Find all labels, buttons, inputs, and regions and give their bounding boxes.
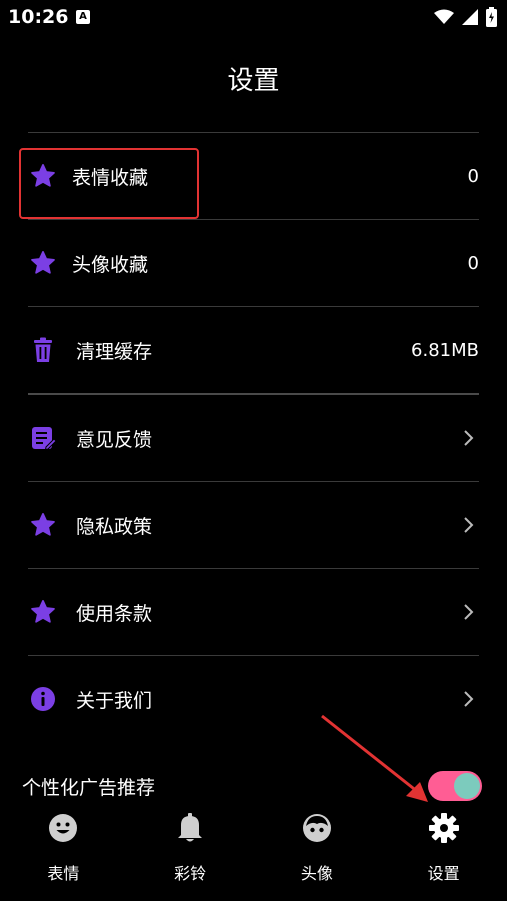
chevron-right-icon (464, 430, 474, 446)
tab-ringtones[interactable]: 彩铃 (127, 800, 254, 901)
settings-row-label: 头像收藏 (72, 253, 149, 276)
status-bar: 10:26 A (0, 0, 507, 36)
tab-label: 设置 (427, 864, 460, 883)
chevron-right-icon (464, 604, 474, 620)
battery-icon (486, 7, 497, 27)
star-icon (28, 510, 58, 540)
star-icon (28, 248, 58, 278)
settings-row-value: 0 (467, 252, 479, 274)
notification-badge-icon: A (76, 10, 90, 24)
trash-icon (28, 335, 58, 365)
annotation-arrow-icon (321, 714, 428, 802)
status-icons (434, 7, 497, 27)
signal-icon (462, 9, 478, 25)
gear-icon (428, 812, 460, 844)
highlight-annotation-box (19, 148, 199, 219)
cache-size-value: 6.81MB (411, 339, 479, 361)
settings-row-label: 清理缓存 (76, 340, 153, 363)
chevron-right-icon (464, 691, 474, 707)
settings-row-label: 隐私政策 (76, 515, 153, 538)
settings-row-privacy-policy[interactable]: 隐私政策 (28, 482, 479, 568)
tab-label: 头像 (300, 864, 333, 883)
feedback-edit-icon (28, 423, 58, 453)
bottom-tab-bar: 表情 彩铃 头像 设置 (0, 800, 507, 901)
tab-avatars[interactable]: 头像 (254, 800, 381, 901)
page-title: 设置 (227, 66, 280, 96)
smiley-icon (47, 812, 79, 844)
tab-expressions[interactable]: 表情 (0, 800, 127, 901)
settings-row-label: 意见反馈 (76, 428, 153, 451)
settings-row-avatar-favorites[interactable]: 头像收藏 0 (28, 220, 479, 306)
tab-settings[interactable]: 设置 (380, 800, 507, 901)
tab-label: 彩铃 (174, 864, 207, 883)
wifi-icon (434, 9, 454, 24)
info-icon (28, 684, 58, 714)
settings-row-value: 0 (467, 165, 479, 187)
settings-row-label: 使用条款 (76, 602, 153, 625)
settings-row-clear-cache[interactable]: 清理缓存 6.81MB (28, 307, 479, 393)
chevron-right-icon (464, 517, 474, 533)
settings-row-feedback[interactable]: 意见反馈 (28, 395, 479, 481)
settings-row-label: 关于我们 (76, 689, 153, 712)
tab-label: 表情 (47, 864, 80, 883)
status-time: 10:26 (8, 6, 69, 28)
star-icon (28, 597, 58, 627)
settings-row-terms-of-use[interactable]: 使用条款 (28, 569, 479, 655)
toggle-knob (454, 773, 480, 799)
bell-icon (174, 812, 206, 844)
avatar-face-icon (301, 812, 333, 844)
